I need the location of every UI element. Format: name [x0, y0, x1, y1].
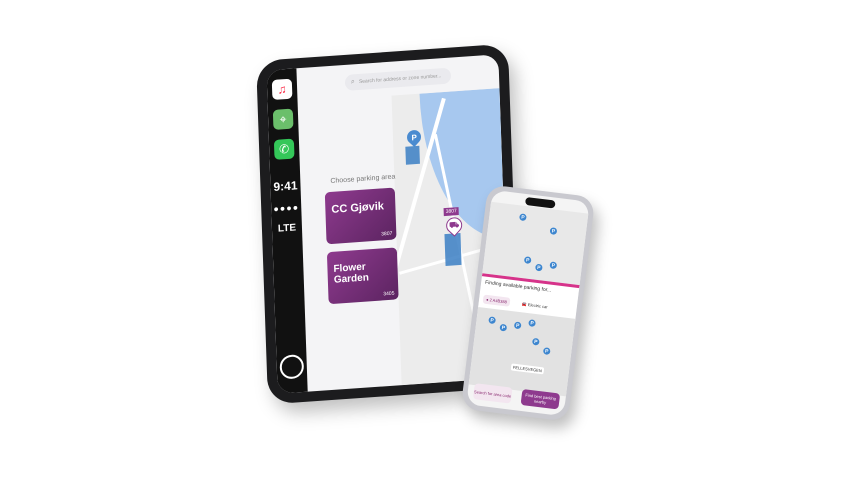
vehicle-chip[interactable]: 🚘 Electric car	[518, 298, 552, 312]
parking-pin-icon[interactable]: P	[519, 213, 527, 222]
area-card-flower-garden[interactable]: Flower Garden 3405	[326, 247, 399, 305]
area-code: 3807	[381, 230, 393, 238]
search-placeholder: Search for address or zone number...	[358, 73, 442, 85]
parking-zone-selected[interactable]	[444, 232, 462, 267]
clock-time: 9:41	[273, 178, 298, 194]
phone-map-top[interactable]: P P P P P	[482, 201, 589, 286]
parking-pin-icon[interactable]: P	[542, 347, 551, 356]
parking-pin-icon[interactable]: P	[531, 337, 540, 346]
home-button[interactable]	[279, 353, 305, 380]
plate-chip[interactable]: ● 2 A4B388	[482, 294, 511, 307]
area-card-cc-gjovik[interactable]: CC Gjøvik 3807	[324, 187, 397, 245]
parking-pin-icon[interactable]: P	[523, 256, 532, 265]
parking-zone[interactable]	[405, 145, 420, 165]
choose-area-label: Choose parking area	[330, 173, 396, 185]
network-label: LTE	[277, 222, 297, 235]
parking-pin-icon[interactable]: P	[488, 316, 497, 325]
search-icon: ⌕	[350, 78, 356, 86]
parking-pin-icon[interactable]: P	[404, 127, 424, 148]
maps-icon[interactable]: ⌖	[272, 108, 294, 130]
search-area-code-button[interactable]: Search for area code	[472, 383, 513, 404]
find-parking-button[interactable]: Find best parking nearby	[520, 388, 561, 410]
search-bar[interactable]: ⌕ Search for address or zone number...	[344, 67, 452, 91]
banner-title: Finding available parking for...	[484, 279, 552, 294]
phone-map-bottom[interactable]: P P P P P P	[468, 306, 576, 397]
parking-pin-icon[interactable]: P	[499, 323, 508, 332]
area-name: CC Gjøvik	[331, 200, 385, 216]
phone-screen: P P P P P Finding available parking for.…	[466, 189, 590, 417]
signal-icon: ●●●●	[273, 202, 300, 214]
parking-pin-icon[interactable]: P	[549, 227, 558, 235]
phone-icon[interactable]: ✆	[273, 138, 295, 160]
zone-number-badge: 3807	[443, 207, 459, 217]
parking-pin-icon[interactable]: P	[534, 263, 543, 272]
area-code: 3405	[383, 290, 395, 298]
area-name: Flower Garden	[333, 261, 370, 286]
parking-pin-icon[interactable]: P	[513, 321, 522, 330]
parking-pin-icon[interactable]: P	[528, 319, 536, 328]
music-icon[interactable]: ♫	[271, 78, 293, 100]
parking-pin-icon[interactable]: P	[549, 261, 558, 270]
